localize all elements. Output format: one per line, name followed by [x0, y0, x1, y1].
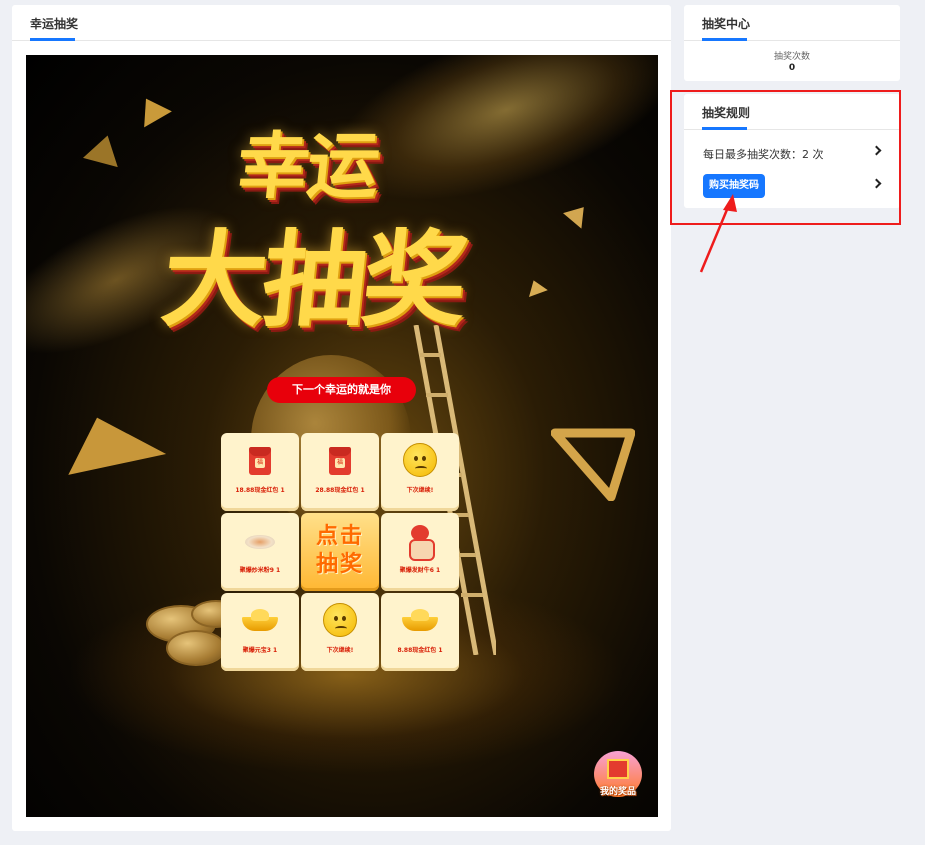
tab-lottery-center[interactable]: 抽奖中心 — [702, 15, 750, 32]
slogan-pill: 下一个幸运的就是你 — [267, 377, 416, 403]
active-tab-indicator — [30, 38, 75, 41]
prize-cell: 聚爆炒米粉9 1 — [221, 513, 299, 591]
prize-label: 28.88现金红包 1 — [315, 487, 365, 494]
gold-triangle-frame-icon — [551, 428, 635, 501]
my-prizes-button[interactable]: 我的奖品 — [590, 751, 646, 805]
gold-ingot-icon — [402, 609, 438, 631]
my-prizes-label: 我的奖品 — [599, 787, 636, 797]
gold-triangle-icon — [57, 405, 167, 475]
draw-button-label: 点击 抽奖 — [315, 524, 364, 577]
lottery-center-panel: 抽奖中心 抽奖次数 0 — [684, 5, 900, 81]
fortune-ox-icon — [407, 525, 435, 561]
lottery-panel: 幸运抽奖 幸运 大抽奖 下一个幸运的就是你 福 18.88现金红包 1 福 28… — [12, 5, 671, 831]
prize-cell: 聚爆发财牛6 1 — [381, 513, 459, 591]
gift-icon — [607, 759, 629, 779]
annotation-arrow-icon — [699, 194, 737, 273]
prize-label: 8.88现金红包 1 — [397, 647, 443, 654]
center-tabbar: 抽奖中心 — [684, 5, 900, 41]
prize-cell: 下次继续! — [381, 433, 459, 511]
active-tab-indicator — [702, 38, 747, 41]
draw-button[interactable]: 点击 抽奖 — [301, 513, 379, 591]
red-packet-icon: 福 — [249, 447, 271, 475]
prize-cell: 聚爆元宝3 1 — [221, 593, 299, 671]
gold-triangle-icon — [132, 90, 172, 128]
prize-label: 聚爆元宝3 1 — [242, 647, 278, 654]
headline-big-draw: 大抽奖 — [156, 219, 470, 341]
gold-triangle-icon — [82, 130, 126, 168]
noodle-dish-icon — [245, 527, 275, 549]
prize-label: 下次继续! — [406, 487, 434, 494]
draw-count-value: 0 — [788, 63, 796, 73]
prize-cell: 福 28.88现金红包 1 — [301, 433, 379, 511]
draw-count-label: 抽奖次数 — [773, 52, 810, 62]
prize-label: 聚爆炒米粉9 1 — [239, 567, 281, 574]
prize-grid: 福 18.88现金红包 1 福 28.88现金红包 1 下次继续! 聚爆炒米粉9… — [221, 433, 463, 675]
gold-triangle-icon — [563, 199, 593, 229]
gold-triangle-icon — [524, 277, 548, 297]
prize-label: 聚爆发财牛6 1 — [399, 567, 441, 574]
lottery-banner: 幸运 大抽奖 下一个幸运的就是你 福 18.88现金红包 1 福 28.88现金… — [26, 55, 658, 817]
prize-cell: 福 18.88现金红包 1 — [221, 433, 299, 511]
sad-face-icon — [323, 603, 357, 637]
sad-face-icon — [403, 443, 437, 477]
prize-cell: 下次继续! — [301, 593, 379, 671]
gold-ingot-icon — [242, 609, 278, 631]
gold-coin-icon — [166, 630, 226, 666]
prize-cell: 8.88现金红包 1 — [381, 593, 459, 671]
lottery-tabbar: 幸运抽奖 — [12, 5, 671, 41]
prize-label: 下次继续! — [326, 647, 354, 654]
tab-lucky-draw[interactable]: 幸运抽奖 — [30, 15, 78, 32]
red-packet-icon: 福 — [329, 447, 351, 475]
prize-label: 18.88现金红包 1 — [235, 487, 285, 494]
